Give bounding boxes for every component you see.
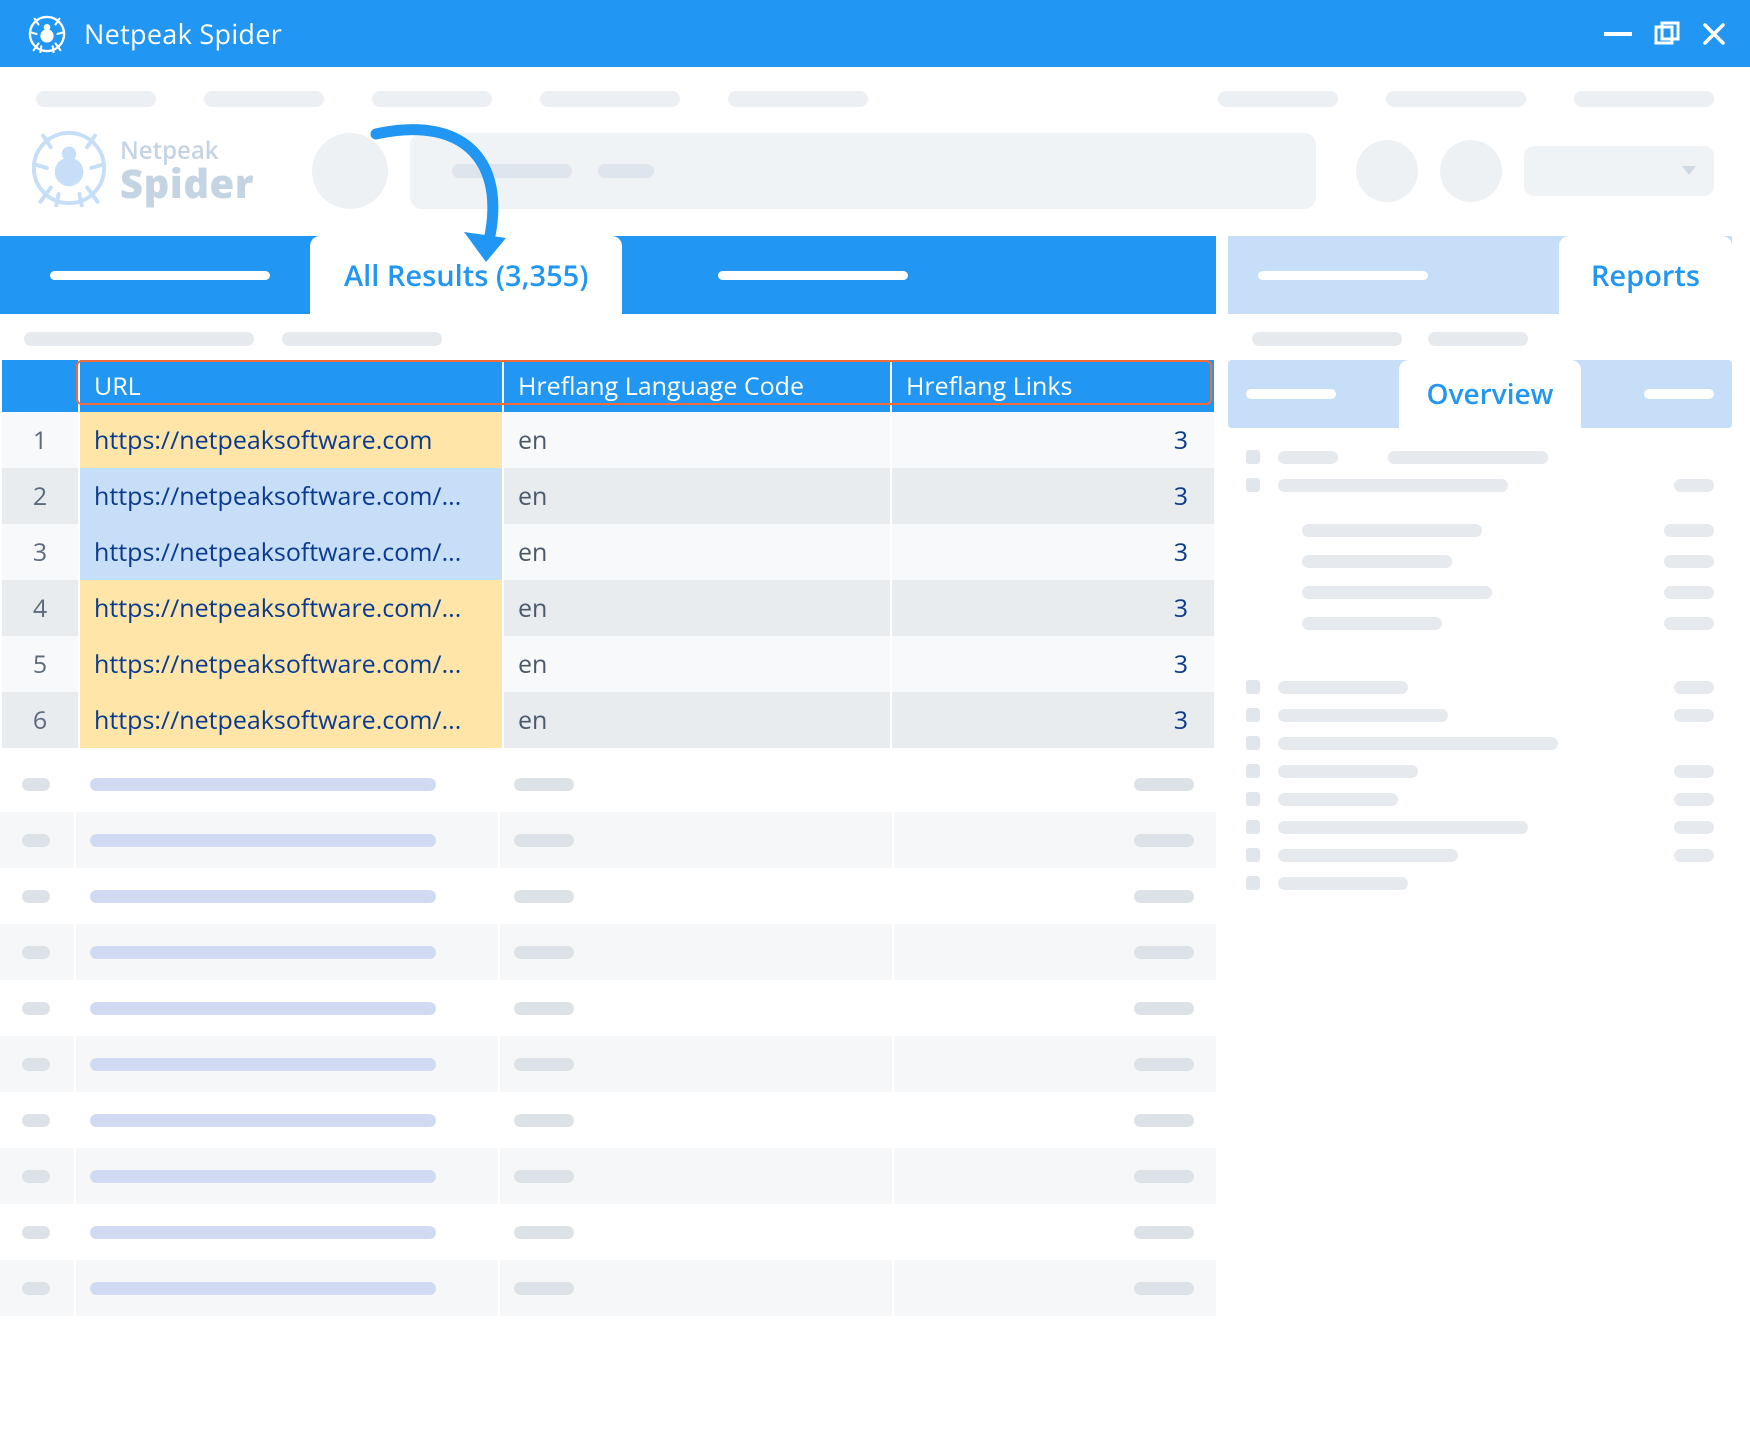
table-row-placeholder — [0, 1036, 1216, 1092]
main-tabs: All Results (3,355) — [0, 236, 1216, 314]
logo-line2: Spider — [120, 163, 254, 203]
row-links[interactable]: 3 — [892, 412, 1214, 468]
side-sub-pills — [1228, 314, 1732, 360]
row-links[interactable]: 3 — [892, 524, 1214, 580]
toolbar: Netpeak Spider — [0, 107, 1750, 236]
row-url[interactable]: https://netpeaksoftware.com/... — [80, 524, 502, 580]
row-lang: en — [504, 692, 890, 748]
overview-tabs: Overview — [1228, 360, 1732, 428]
titlebar: Netpeak Spider — [0, 0, 1750, 67]
minimize-icon[interactable] — [1604, 32, 1632, 36]
spider-watermark-icon — [30, 129, 108, 212]
row-links[interactable]: 3 — [892, 468, 1214, 524]
results-placeholder-rows — [0, 748, 1216, 1316]
table-row[interactable]: 2https://netpeaksoftware.com/...en3 — [2, 468, 1214, 524]
toolbar-dropdown-placeholder[interactable] — [1524, 146, 1714, 196]
row-index: 3 — [2, 524, 78, 580]
row-url[interactable]: https://netpeaksoftware.com/... — [80, 692, 502, 748]
table-header-row: URL Hreflang Language Code Hreflang Link… — [2, 360, 1214, 412]
main-panel: All Results (3,355) URL Hreflang Languag… — [0, 236, 1216, 1442]
table-row-placeholder — [0, 980, 1216, 1036]
filter-pills-placeholder — [0, 314, 1216, 360]
row-index: 6 — [2, 692, 78, 748]
app-logo: Netpeak Spider — [30, 129, 254, 212]
col-url[interactable]: URL — [80, 360, 502, 412]
row-url[interactable]: https://netpeaksoftware.com — [80, 412, 502, 468]
row-index: 1 — [2, 412, 78, 468]
toolbar-circle-1[interactable] — [1356, 140, 1418, 202]
table-row[interactable]: 3https://netpeaksoftware.com/...en3 — [2, 524, 1214, 580]
table-row[interactable]: 5https://netpeaksoftware.com/...en3 — [2, 636, 1214, 692]
row-links[interactable]: 3 — [892, 580, 1214, 636]
row-links[interactable]: 3 — [892, 692, 1214, 748]
table-row-placeholder — [0, 924, 1216, 980]
url-input-placeholder[interactable] — [312, 133, 1316, 209]
col-hreflang-lang[interactable]: Hreflang Language Code — [504, 360, 890, 412]
row-url[interactable]: https://netpeaksoftware.com/... — [80, 636, 502, 692]
row-lang: en — [504, 468, 890, 524]
row-index: 2 — [2, 468, 78, 524]
results-table[interactable]: URL Hreflang Language Code Hreflang Link… — [0, 360, 1216, 748]
top-menu-placeholder — [0, 67, 1750, 107]
table-row-placeholder — [0, 1260, 1216, 1316]
close-icon[interactable] — [1702, 22, 1726, 46]
table-row[interactable]: 4https://netpeaksoftware.com/...en3 — [2, 580, 1214, 636]
tab-all-results[interactable]: All Results (3,355) — [310, 236, 622, 314]
side-tabs: Reports — [1228, 236, 1732, 314]
table-row-placeholder — [0, 756, 1216, 812]
table-row-placeholder — [0, 1092, 1216, 1148]
table-row-placeholder — [0, 868, 1216, 924]
maximize-icon[interactable] — [1654, 21, 1680, 47]
toolbar-circle-2[interactable] — [1440, 140, 1502, 202]
row-url[interactable]: https://netpeaksoftware.com/... — [80, 468, 502, 524]
row-lang: en — [504, 636, 890, 692]
app-spider-icon — [28, 15, 66, 53]
row-lang: en — [504, 524, 890, 580]
overview-content-placeholder — [1228, 428, 1732, 890]
table-row-placeholder — [0, 812, 1216, 868]
tab-reports[interactable]: Reports — [1559, 236, 1732, 314]
window-controls — [1604, 21, 1726, 47]
action-circle-placeholder[interactable] — [312, 133, 388, 209]
row-links[interactable]: 3 — [892, 636, 1214, 692]
table-row[interactable]: 1https://netpeaksoftware.comen3 — [2, 412, 1214, 468]
row-index: 4 — [2, 580, 78, 636]
tab-overview[interactable]: Overview — [1399, 360, 1582, 428]
row-url[interactable]: https://netpeaksoftware.com/... — [80, 580, 502, 636]
col-index[interactable] — [2, 360, 78, 412]
row-lang: en — [504, 580, 890, 636]
row-index: 5 — [2, 636, 78, 692]
table-row[interactable]: 6https://netpeaksoftware.com/...en3 — [2, 692, 1214, 748]
app-title: Netpeak Spider — [84, 15, 282, 52]
table-row-placeholder — [0, 1204, 1216, 1260]
table-row-placeholder — [0, 1148, 1216, 1204]
side-panel: Reports Overview — [1228, 236, 1750, 1442]
results-table-wrap: URL Hreflang Language Code Hreflang Link… — [0, 360, 1216, 1316]
col-hreflang-links[interactable]: Hreflang Links — [892, 360, 1214, 412]
row-lang: en — [504, 412, 890, 468]
